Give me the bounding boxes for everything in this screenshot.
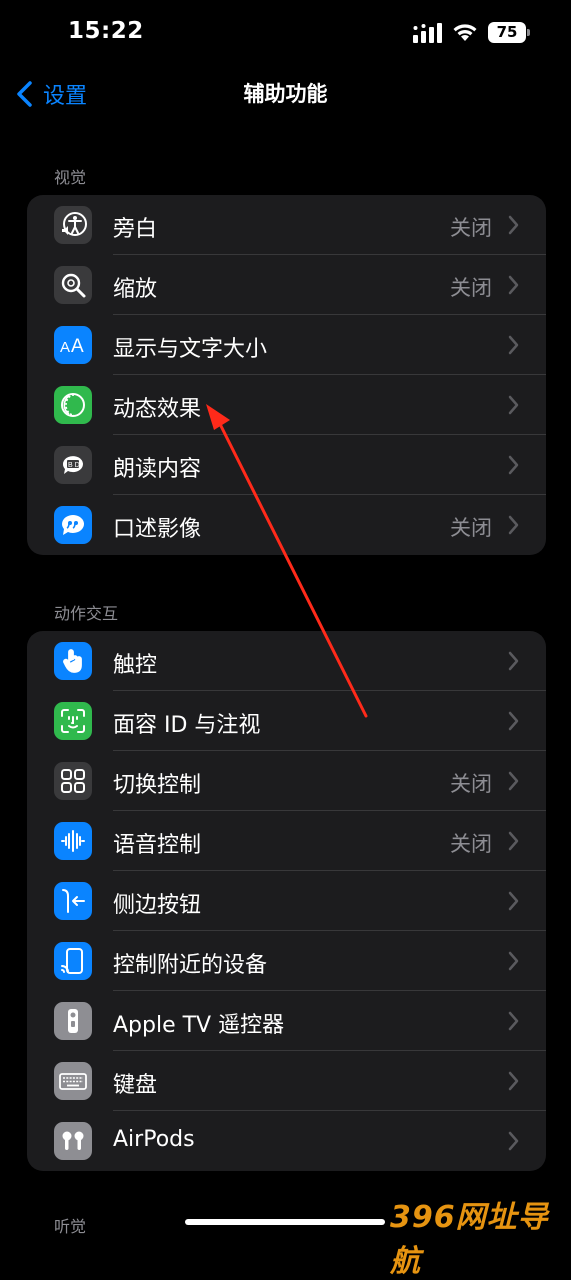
row-touch[interactable]: 触控 [27,631,546,691]
row-apple-tv-remote[interactable]: Apple TV 遥控器 [27,991,546,1051]
side-button-icon [54,882,92,920]
row-label: 缩放 [113,277,158,302]
chevron-right-icon [508,395,519,415]
row-voice-control[interactable]: 语音控制 关闭 [27,811,546,871]
motion-icon [54,386,92,424]
touch-icon [54,642,92,680]
chevron-right-icon [508,335,519,355]
row-label: Apple TV 遥控器 [113,1013,285,1038]
zoom-icon [54,266,92,304]
chevron-right-icon [508,771,519,791]
row-label: 控制附近的设备 [113,953,268,978]
chevron-right-icon [508,1131,519,1151]
row-label: 动态效果 [113,397,202,422]
svg-text:A: A [60,339,70,356]
row-keyboards[interactable]: 键盘 [27,1051,546,1111]
text-size-icon: AA [54,326,92,364]
row-zoom[interactable]: 缩放 关闭 [27,255,546,315]
section-header-hearing: 听觉 [54,1217,87,1236]
apple-tv-remote-icon [54,1002,92,1040]
row-display-text-size[interactable]: AA 显示与文字大小 [27,315,546,375]
keyboard-icon [54,1062,92,1100]
status-time: 15:22 [68,18,144,44]
row-control-nearby-devices[interactable]: 控制附近的设备 [27,931,546,991]
navigation-bar: 设置 辅助功能 [0,64,571,120]
chevron-right-icon [508,711,519,731]
spoken-content-icon: B D [54,446,92,484]
airpods-icon [54,1122,92,1160]
chevron-right-icon [508,651,519,671]
row-motion[interactable]: 动态效果 [27,375,546,435]
chevron-right-icon [508,891,519,911]
page-title: 辅助功能 [243,82,328,106]
row-label: 键盘 [113,1073,158,1098]
row-label: 口述影像 [113,517,202,542]
battery-level: 75 [488,22,526,43]
row-voiceover[interactable]: 旁白 关闭 [27,195,546,255]
row-label: 语音控制 [113,833,202,858]
chevron-right-icon [508,275,519,295]
watermark-logo: 396网址导航 [390,1200,549,1279]
voiceover-icon [54,206,92,244]
row-label: 旁白 [113,217,158,242]
row-airpods[interactable]: AirPods [27,1111,546,1171]
row-value: 关闭 [450,832,492,856]
row-audio-descriptions[interactable]: 口述影像 关闭 [27,495,546,555]
physical-motor-group: 触控 面容 ID 与注视 切换控制 关闭 语音控制 关闭 侧边按钮 控制附近的设… [27,631,546,1171]
home-indicator[interactable] [185,1219,385,1225]
section-header-vision: 视觉 [54,168,87,187]
row-value: 关闭 [450,216,492,240]
wifi-icon [453,24,477,41]
battery-indicator: 75 [488,22,530,44]
chevron-right-icon [508,831,519,851]
row-label: 面容 ID 与注视 [113,713,261,738]
switch-control-icon [54,762,92,800]
face-id-icon [54,702,92,740]
section-header-physical-motor: 动作交互 [54,604,119,623]
row-label: 侧边按钮 [113,893,202,918]
row-face-id-attention[interactable]: 面容 ID 与注视 [27,691,546,751]
svg-text:B D: B D [68,462,80,469]
status-bar: 15:22 75 [0,0,571,64]
chevron-right-icon [508,1011,519,1031]
row-value: 关闭 [450,516,492,540]
row-label: 切换控制 [113,773,202,798]
chevron-right-icon [508,951,519,971]
row-spoken-content[interactable]: B D 朗读内容 [27,435,546,495]
row-side-button[interactable]: 侧边按钮 [27,871,546,931]
chevron-right-icon [508,1071,519,1091]
chevron-right-icon [508,515,519,535]
row-label: AirPods [113,1127,195,1152]
vision-group: 旁白 关闭 缩放 关闭 AA 显示与文字大小 动态效果 B D 朗读内容 口述影… [27,195,546,555]
cellular-signal-icon [413,23,442,43]
row-label: 朗读内容 [113,457,202,482]
audio-description-icon [54,506,92,544]
row-label: 显示与文字大小 [113,337,268,362]
nearby-devices-icon [54,942,92,980]
row-switch-control[interactable]: 切换控制 关闭 [27,751,546,811]
row-value: 关闭 [450,772,492,796]
chevron-right-icon [508,215,519,235]
row-label: 触控 [113,653,158,678]
svg-text:A: A [71,336,84,357]
row-value: 关闭 [450,276,492,300]
chevron-right-icon [508,455,519,475]
voice-control-icon [54,822,92,860]
